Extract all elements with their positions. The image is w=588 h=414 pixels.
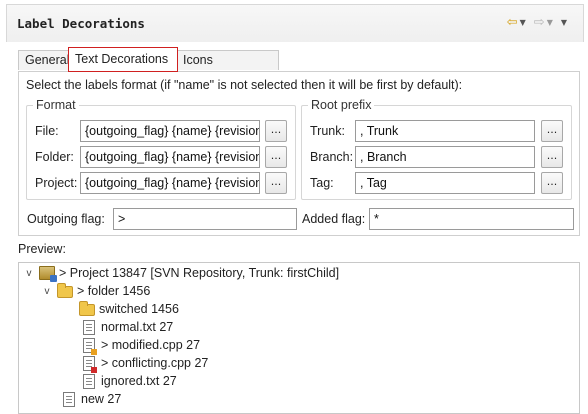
tree-item-normal[interactable]: normal.txt 27 — [83, 318, 173, 336]
menu-dropdown-icon[interactable]: ▼ — [561, 16, 567, 30]
file-icon — [63, 391, 75, 407]
folder-icon — [79, 301, 95, 316]
trunk-input[interactable]: , Trunk — [355, 120, 535, 142]
chevron-down-icon[interactable]: v — [41, 286, 53, 297]
format-group-title: Format — [33, 98, 79, 112]
tree-item-label: ignored.txt 27 — [101, 374, 177, 388]
project-format-label: Project: — [35, 176, 78, 190]
tag-browse-button[interactable]: ... — [541, 172, 563, 194]
forward-arrow-icon[interactable]: ⇨ — [534, 16, 545, 30]
file-format-label: File: — [35, 124, 59, 138]
tree-item-switched[interactable]: switched 1456 — [79, 300, 179, 318]
folder-icon — [57, 283, 73, 298]
tree-item-project[interactable]: v > Project 13847 [SVN Repository, Trunk… — [23, 264, 339, 282]
added-flag-input[interactable]: * — [369, 208, 574, 230]
added-flag-label: Added flag: — [302, 212, 366, 226]
modified-file-icon — [83, 337, 97, 355]
preview-label: Preview: — [18, 242, 66, 256]
branch-input[interactable]: , Branch — [355, 146, 535, 168]
forward-dropdown-icon[interactable]: ▼ — [547, 16, 553, 30]
tree-item-ignored[interactable]: ignored.txt 27 — [83, 372, 177, 390]
page-title: Label Decorations — [17, 16, 145, 31]
branch-browse-button[interactable]: ... — [541, 146, 563, 168]
tree-item-label: switched 1456 — [99, 302, 179, 316]
conflict-file-icon — [83, 355, 97, 373]
text-decorations-panel: Select the labels format (if "name" is n… — [18, 71, 580, 236]
tree-item-folder[interactable]: v > folder 1456 — [41, 282, 150, 300]
format-description: Select the labels format (if "name" is n… — [26, 78, 463, 92]
file-icon — [83, 319, 95, 335]
tree-item-modified[interactable]: > modified.cpp 27 — [83, 336, 201, 355]
trunk-label: Trunk: — [310, 124, 345, 138]
project-icon — [39, 266, 57, 282]
file-icon — [83, 373, 95, 389]
title-bar: Label Decorations ⇦ ▼ ⇨ ▼ ▼ — [6, 4, 584, 42]
tag-label: Tag: — [310, 176, 334, 190]
tree-item-conflicting[interactable]: > conflicting.cpp 27 — [83, 354, 209, 373]
tag-input[interactable]: , Tag — [355, 172, 535, 194]
tree-item-label: > conflicting.cpp 27 — [101, 356, 209, 370]
tree-item-label: > modified.cpp 27 — [101, 338, 201, 352]
folder-format-label: Folder: — [35, 150, 74, 164]
tree-item-label: > folder 1456 — [77, 284, 151, 298]
preview-tree[interactable]: v > Project 13847 [SVN Repository, Trunk… — [18, 262, 580, 414]
file-format-input[interactable]: {outgoing_flag} {name} {revision — [80, 120, 260, 142]
format-group: Format File: {outgoing_flag} {name} {rev… — [26, 98, 296, 200]
tab-general[interactable]: General — [18, 50, 70, 70]
branch-label: Branch: — [310, 150, 354, 164]
outgoing-flag-input[interactable]: > — [113, 208, 297, 230]
file-format-browse-button[interactable]: ... — [265, 120, 287, 142]
back-arrow-icon[interactable]: ⇦ — [507, 16, 518, 30]
root-prefix-group-title: Root prefix — [308, 98, 375, 112]
nav-controls: ⇦ ▼ ⇨ ▼ ▼ — [507, 16, 573, 30]
project-format-input[interactable]: {outgoing_flag} {name} {revision — [80, 172, 260, 194]
tree-item-label: > Project 13847 [SVN Repository, Trunk: … — [59, 266, 340, 280]
chevron-down-icon[interactable]: v — [23, 268, 35, 279]
trunk-browse-button[interactable]: ... — [541, 120, 563, 142]
back-dropdown-icon[interactable]: ▼ — [520, 16, 526, 30]
tab-icons-decorations[interactable]: Icons Decorations — [176, 50, 279, 86]
root-prefix-group: Root prefix Trunk: , Trunk ... Branch: ,… — [301, 98, 572, 200]
tree-item-label: new 27 — [81, 392, 122, 406]
tree-item-new[interactable]: new 27 — [63, 390, 121, 408]
folder-format-browse-button[interactable]: ... — [265, 146, 287, 168]
tab-text-decorations[interactable]: Text Decorations — [68, 47, 178, 72]
outgoing-flag-label: Outgoing flag: — [27, 212, 105, 226]
folder-format-input[interactable]: {outgoing_flag} {name} {revision — [80, 146, 260, 168]
project-format-browse-button[interactable]: ... — [265, 172, 287, 194]
tree-item-label: normal.txt 27 — [101, 320, 174, 334]
